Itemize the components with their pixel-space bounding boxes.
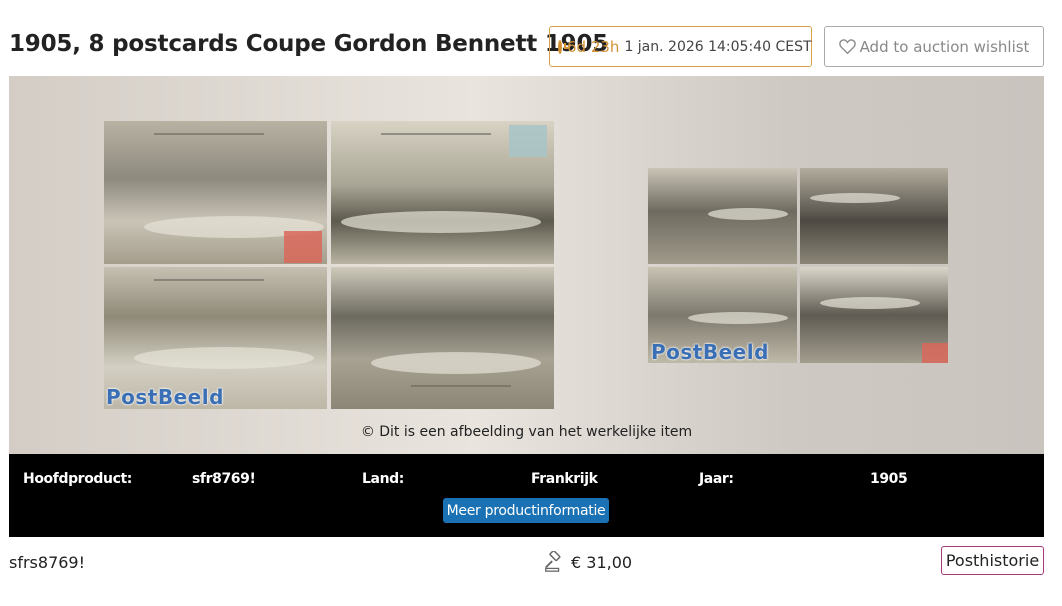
- watermark: PostBeeld: [106, 385, 224, 409]
- auction-timer: 6d 23h 1 jan. 2026 14:05:40 CEST: [549, 26, 812, 67]
- lot-image-secondary[interactable]: PostBeeld: [648, 168, 948, 364]
- info-value-hoofdproduct: sfr8769!: [192, 471, 256, 487]
- end-date: 1 jan. 2026 14:05:40 CEST: [624, 38, 812, 55]
- time-remaining: 6d 23h: [567, 37, 620, 56]
- watermark: PostBeeld: [651, 340, 769, 364]
- info-label-hoofdproduct: Hoofdproduct:: [23, 471, 132, 487]
- product-info-bar: Hoofdproduct: sfr8769! Land: Frankrijk J…: [9, 454, 1044, 537]
- image-copyright-notice: © Dit is een afbeelding van het werkelij…: [360, 424, 693, 440]
- category-badge[interactable]: Posthistorie: [941, 546, 1044, 575]
- info-value-jaar: 1905: [870, 471, 908, 487]
- postcard-image: [800, 267, 948, 363]
- postcard-image: [104, 121, 327, 264]
- clock-icon: [558, 39, 568, 54]
- info-value-land: Frankrijk: [531, 471, 598, 487]
- postcard-image: [648, 168, 797, 264]
- lot-image-main[interactable]: PostBeeld: [104, 121, 554, 409]
- info-label-land: Land:: [362, 471, 404, 487]
- info-label-jaar: Jaar:: [699, 471, 734, 487]
- lot-id: sfrs8769!: [9, 553, 86, 572]
- postcard-image: [331, 121, 554, 264]
- current-bid: € 31,00: [543, 551, 632, 573]
- postcard-image: [331, 267, 554, 409]
- postcard-image: [800, 168, 948, 264]
- more-product-info-button[interactable]: Meer productinformatie: [443, 498, 609, 523]
- gavel-icon: [545, 551, 561, 572]
- price-value: € 31,00: [571, 552, 633, 572]
- image-gallery[interactable]: PostBeeld PostBeeld © Dit is een afbeeld…: [9, 76, 1044, 454]
- wishlist-label: Add to auction wishlist: [859, 37, 1030, 56]
- add-to-wishlist-button[interactable]: Add to auction wishlist: [824, 26, 1044, 67]
- heart-icon: [838, 39, 856, 54]
- lot-title: 1905, 8 postcards Coupe Gordon Bennett 1…: [9, 31, 609, 57]
